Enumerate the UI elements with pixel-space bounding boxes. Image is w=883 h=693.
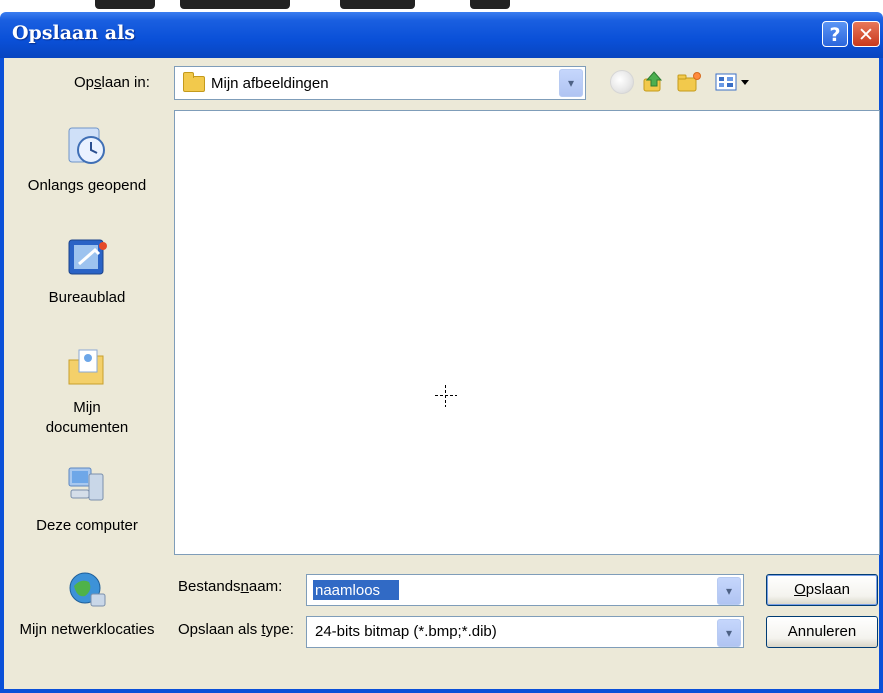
help-button[interactable]: ? — [822, 21, 848, 47]
file-name-dropdown-button[interactable]: ▾ — [717, 577, 741, 605]
crosshair-cursor-icon — [435, 385, 457, 407]
network-icon — [65, 568, 109, 612]
save-in-label: Opslaan in: — [74, 74, 150, 91]
save-as-type-label: Opslaan als type: — [178, 621, 294, 638]
desktop-icon — [65, 236, 109, 280]
cancel-button[interactable]: Annuleren — [766, 616, 878, 648]
place-recent[interactable]: Onlangs geopend — [12, 124, 162, 196]
save-as-type-value: 24-bits bitmap (*.bmp;*.dib) — [315, 623, 497, 640]
place-my-computer[interactable]: Deze computer — [12, 464, 162, 536]
window-title: Opslaan als — [12, 22, 136, 44]
save-as-type-combobox[interactable]: 24-bits bitmap (*.bmp;*.dib) ▾ — [306, 616, 744, 648]
new-folder-button[interactable] — [676, 70, 701, 94]
views-icon — [715, 73, 749, 91]
new-folder-icon — [677, 72, 701, 92]
file-name-label: Bestandsnaam: — [178, 578, 283, 595]
folder-icon — [183, 72, 205, 92]
save-in-combobox[interactable]: Mijn afbeeldingen ▾ — [174, 66, 586, 100]
views-menu-button[interactable] — [714, 70, 754, 94]
place-desktop[interactable]: Bureaublad — [12, 236, 162, 308]
save-in-value: Mijn afbeeldingen — [211, 75, 329, 92]
cropped-top-edge — [0, 0, 883, 12]
dialog-body: Opslaan in: Mijn afbeeldingen ▾ Onlangs … — [0, 58, 883, 693]
place-network[interactable]: Mijn netwerklocaties — [12, 568, 162, 640]
save-in-dropdown-button[interactable]: ▾ — [559, 69, 583, 97]
save-button[interactable]: Opslaan — [766, 574, 878, 606]
places-bar: Onlangs geopend Bureaublad Mijn document… — [12, 110, 162, 685]
place-my-documents[interactable]: Mijn documenten — [12, 346, 162, 438]
save-as-dialog: Opslaan als ? ✕ Opslaan in: Mijn afbeeld… — [0, 0, 883, 693]
file-name-combobox[interactable]: ▾ — [306, 574, 744, 606]
back-button[interactable] — [610, 70, 634, 94]
close-button[interactable]: ✕ — [852, 21, 880, 47]
up-one-level-button[interactable] — [642, 70, 666, 94]
file-name-input[interactable] — [313, 580, 399, 600]
my-documents-icon — [65, 346, 109, 390]
my-computer-icon — [65, 464, 109, 508]
recent-icon — [65, 124, 109, 168]
save-as-type-dropdown-button[interactable]: ▾ — [717, 619, 741, 647]
title-bar[interactable]: Opslaan als ? ✕ — [0, 12, 883, 58]
up-folder-icon — [643, 71, 663, 92]
file-list[interactable] — [174, 110, 880, 555]
